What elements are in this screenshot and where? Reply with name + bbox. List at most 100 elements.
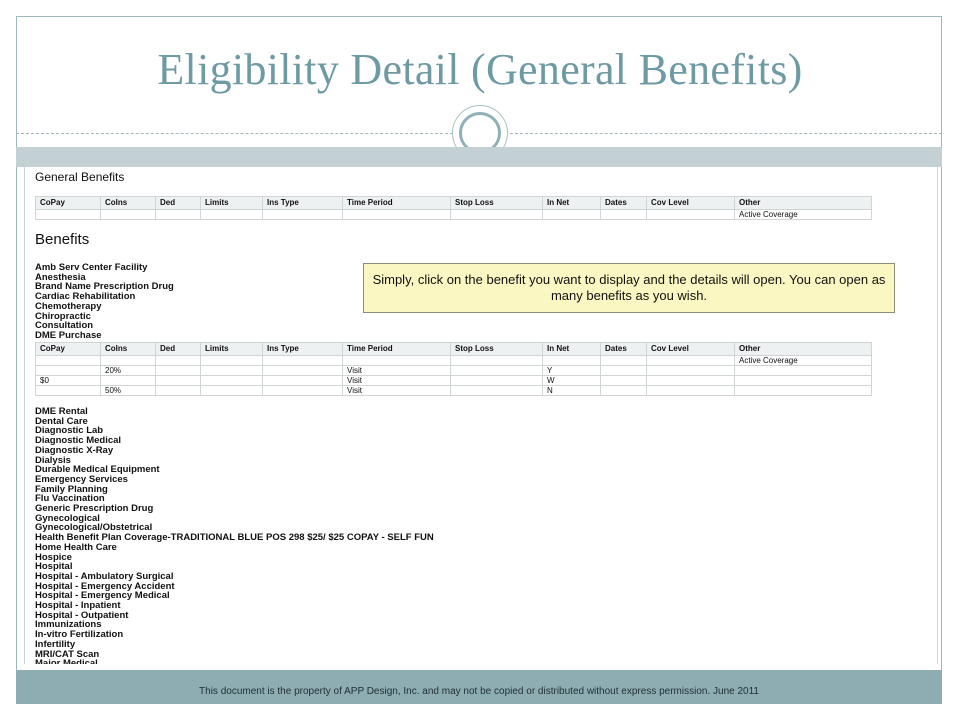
table-cell — [100, 375, 156, 386]
table-cell — [450, 385, 543, 396]
table-cell — [734, 375, 872, 386]
table-cell — [600, 355, 647, 366]
benefit-detail-table: CoPay CoIns Ded Limits Ins Type Time Period St… — [35, 342, 872, 396]
table-row: Active Coverage — [35, 209, 872, 220]
column-header-coins: CoIns — [100, 196, 156, 210]
table-cell — [155, 355, 201, 366]
table-cell — [262, 355, 343, 366]
table-cell — [450, 365, 543, 376]
table-cell — [100, 209, 156, 220]
table-cell — [100, 355, 156, 366]
table-cell — [450, 209, 543, 220]
table-cell — [646, 209, 735, 220]
table-cell — [200, 375, 263, 386]
column-header-ins-type: Ins Type — [262, 342, 343, 356]
top-band — [16, 147, 942, 167]
table-cell — [450, 355, 543, 366]
table-cell — [646, 365, 735, 376]
table-cell — [450, 375, 543, 386]
benefit-item-dme-rental[interactable]: DME Rental — [35, 407, 434, 417]
benefit-item-dme-purchase[interactable]: DME Purchase — [35, 331, 174, 341]
table-cell — [646, 355, 735, 366]
table-cell: 50% — [100, 385, 156, 396]
column-header-other: Other — [734, 342, 872, 356]
table-cell — [734, 365, 872, 376]
table-cell — [600, 365, 647, 376]
table-cell — [35, 209, 101, 220]
table-cell — [646, 385, 735, 396]
slide-title: Eligibility Detail (General Benefits) — [157, 45, 803, 94]
table-cell — [646, 375, 735, 386]
column-header-coins: CoIns — [100, 342, 156, 356]
column-header-limits: Limits — [200, 342, 263, 356]
table-cell: 20% — [100, 365, 156, 376]
general-benefits-heading: General Benefits — [35, 170, 125, 184]
table-cell: Visit — [342, 375, 451, 386]
column-header-ins-type: Ins Type — [262, 196, 343, 210]
column-header-in-net: In Net — [542, 342, 601, 356]
column-header-cov-level: Cov Level — [646, 196, 735, 210]
table-cell — [35, 355, 101, 366]
table-cell: Y — [542, 365, 601, 376]
table-row: 50% Visit N — [35, 385, 872, 396]
column-header-ded: Ded — [155, 342, 201, 356]
table-cell — [262, 365, 343, 376]
benefits-heading: Benefits — [35, 231, 90, 248]
benefit-list-bottom: DME Rental Dental Care Diagnostic Lab Diagn… — [35, 407, 434, 664]
column-header-ded: Ded — [155, 196, 201, 210]
benefit-list-top: Amb Serv Center Facility Anesthesia Brand … — [35, 263, 174, 341]
table-cell — [542, 355, 601, 366]
table-cell — [342, 209, 451, 220]
column-header-copay: CoPay — [35, 342, 101, 356]
table-cell: Visit — [342, 385, 451, 396]
column-header-in-net: In Net — [542, 196, 601, 210]
eligibility-screenshot: General Benefits CoPay CoIns Ded Limits Ins … — [24, 167, 938, 664]
column-header-stop-loss: Stop Loss — [450, 196, 543, 210]
column-header-limits: Limits — [200, 196, 263, 210]
table-cell — [35, 365, 101, 376]
benefit-item-diagnostic-x-ray[interactable]: Diagnostic X-Ray — [35, 446, 434, 456]
table-cell — [262, 385, 343, 396]
benefit-item-in-vitro-fertilization[interactable]: In-vitro Fertilization — [35, 630, 434, 640]
table-cell — [600, 375, 647, 386]
table-cell — [155, 365, 201, 376]
table-cell: Visit — [342, 365, 451, 376]
table-cell: N — [542, 385, 601, 396]
column-header-other: Other — [734, 196, 872, 210]
column-header-stop-loss: Stop Loss — [450, 342, 543, 356]
table-cell — [155, 385, 201, 396]
column-header-dates: Dates — [600, 342, 647, 356]
table-cell: $0 — [35, 375, 101, 386]
table-row: Active Coverage — [35, 355, 872, 366]
table-cell: W — [542, 375, 601, 386]
benefit-item-home-health-care[interactable]: Home Health Care — [35, 543, 434, 553]
table-cell — [734, 385, 872, 396]
table-cell: Active Coverage — [734, 209, 872, 220]
table-cell — [155, 209, 201, 220]
table-cell — [262, 209, 343, 220]
table-cell — [342, 355, 451, 366]
table-cell: Active Coverage — [734, 355, 872, 366]
table-cell — [35, 385, 101, 396]
benefit-item-major-medical[interactable]: Major Medical — [35, 659, 434, 664]
column-header-cov-level: Cov Level — [646, 342, 735, 356]
table-cell — [200, 365, 263, 376]
table-cell — [542, 209, 601, 220]
column-header-time-period: Time Period — [342, 196, 451, 210]
general-benefits-table: CoPay CoIns Ded Limits Ins Type Time Period St… — [35, 196, 872, 220]
column-header-copay: CoPay — [35, 196, 101, 210]
table-cell — [200, 385, 263, 396]
table-row: $0 Visit W — [35, 375, 872, 386]
table-cell — [155, 375, 201, 386]
table-cell — [262, 375, 343, 386]
table-row: 20% Visit Y — [35, 365, 872, 376]
table-cell — [200, 355, 263, 366]
instruction-callout: Simply, click on the benefit you want to… — [363, 263, 895, 313]
column-header-time-period: Time Period — [342, 342, 451, 356]
table-cell — [600, 209, 647, 220]
column-header-dates: Dates — [600, 196, 647, 210]
benefit-item-hospice[interactable]: Hospice — [35, 552, 434, 563]
table-cell — [600, 385, 647, 396]
table-cell — [200, 209, 263, 220]
footer-copyright: This document is the property of APP Des… — [199, 686, 759, 697]
